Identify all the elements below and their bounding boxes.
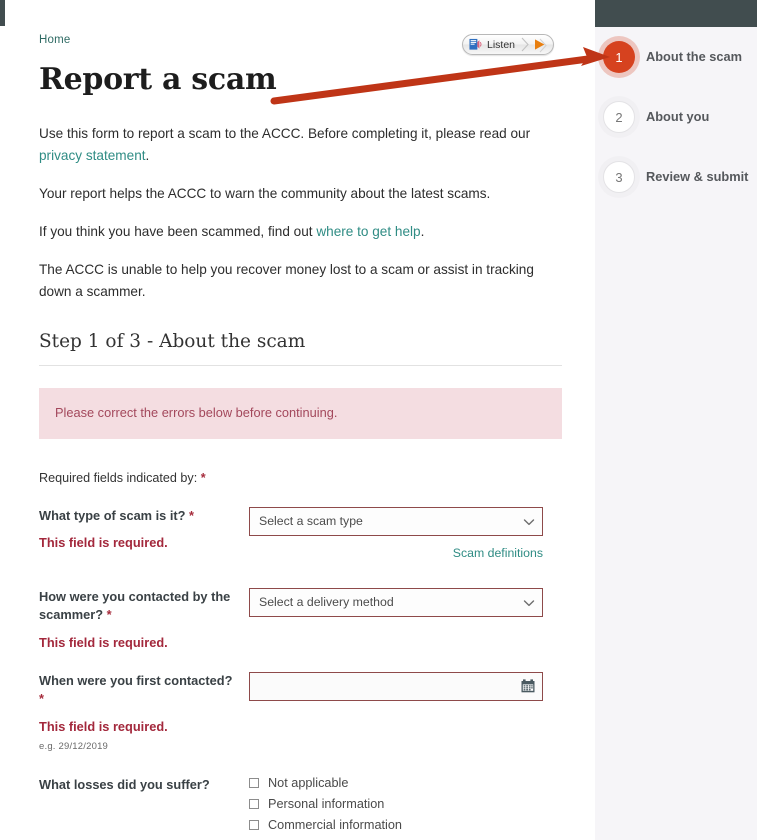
first-contacted-label: When were you first contacted? *: [39, 672, 239, 709]
intro-paragraph-4: The ACCC is unable to help you recover m…: [39, 262, 534, 300]
scam-type-error: This field is required.: [39, 535, 168, 551]
step-label-1: About the scam: [646, 49, 742, 65]
first-contacted-hint: e.g. 29/12/2019: [39, 740, 109, 752]
listen-label: Listen: [487, 38, 516, 51]
main-content: Home Report a scam Use this form to repo…: [14, 0, 587, 840]
scam-type-select[interactable]: Select a scam type: [249, 506, 543, 536]
delivery-method-field-col: Select a delivery method: [249, 587, 562, 617]
delivery-method-required-star: *: [106, 607, 112, 623]
listen-end-divider: [539, 38, 548, 53]
step-number-badge-3: 3: [603, 161, 635, 193]
privacy-statement-link[interactable]: privacy statement: [39, 148, 146, 163]
first-contacted-required-star: *: [39, 691, 44, 707]
checkbox-icon[interactable]: [249, 819, 259, 830]
delivery-method-error: This field is required.: [39, 634, 168, 650]
first-contacted-date-input[interactable]: [249, 671, 543, 701]
form-row-first-contacted: When were you first contacted? * This fi…: [39, 671, 562, 752]
intro-paragraph-2: Your report helps the ACCC to warn the c…: [39, 186, 491, 202]
page-root: Home Report a scam Use this form to repo…: [0, 0, 757, 840]
first-contacted-field-col: [249, 671, 562, 701]
scam-definitions-row: Scam definitions: [249, 544, 543, 562]
required-note-text: Required fields indicated by:: [39, 470, 201, 485]
error-banner: Please correct the errors below before c…: [39, 388, 562, 439]
required-note-star: *: [200, 470, 206, 485]
first-contacted-label-text: When were you first contacted?: [39, 672, 233, 688]
sidebar-step-2[interactable]: 2 About you: [595, 87, 757, 147]
step-label-3: Review & submit: [646, 169, 749, 185]
delivery-method-label-text: How were you contacted by the scammer?: [39, 588, 231, 623]
scam-type-label-text: What type of scam is it?: [39, 507, 186, 523]
delivery-method-select[interactable]: Select a delivery method: [249, 587, 543, 617]
page-title: Report a scam: [39, 62, 277, 97]
intro-p1-part2: .: [145, 148, 150, 164]
listen-divider: [521, 37, 530, 52]
sidebar-step-3[interactable]: 3 Review & submit: [595, 147, 757, 207]
sidebar-step-1[interactable]: 1 About the scam: [595, 27, 757, 87]
checkbox-icon[interactable]: [249, 777, 259, 788]
form-row-scam-type: What type of scam is it? * This field is…: [39, 506, 562, 562]
losses-option-label: Not applicable: [268, 775, 349, 790]
required-fields-note: Required fields indicated by: *: [39, 471, 562, 485]
sidebar-top-dark-bar: [595, 0, 757, 27]
scam-definitions-link[interactable]: Scam definitions: [453, 546, 543, 560]
list-item[interactable]: Not applicable: [249, 776, 562, 790]
delivery-method-label: How were you contacted by the scammer? *: [39, 588, 239, 625]
losses-field-col: Not applicable Personal information Comm…: [249, 776, 562, 840]
step-heading: Step 1 of 3 - About the scam: [39, 331, 562, 367]
intro-p1-part1: Use this form to report a scam to the AC…: [39, 126, 531, 141]
scam-type-required-star: *: [189, 507, 195, 523]
losses-option-label: Personal information: [268, 796, 385, 811]
step-number-badge-1: 1: [603, 41, 635, 73]
intro-paragraph-3: If you think you have been scammed, find…: [39, 221, 562, 243]
form-row-delivery-method: How were you contacted by the scammer? *…: [39, 587, 562, 650]
step-number-badge-2: 2: [603, 101, 635, 133]
where-to-get-help-link[interactable]: where to get help: [316, 224, 420, 239]
list-item[interactable]: Personal information: [249, 797, 562, 811]
error-banner-message: Please correct the errors below before c…: [55, 405, 338, 421]
breadcrumb-home-link[interactable]: Home: [39, 34, 70, 46]
speaker-icon: [469, 38, 482, 51]
listen-widget[interactable]: Listen: [462, 34, 554, 55]
step-list: 1 About the scam 2 About you 3 Review & …: [595, 27, 757, 207]
losses-option-label: Commercial information: [268, 817, 402, 832]
step-label-2: About you: [646, 109, 710, 125]
scam-type-select-wrap: Select a scam type: [249, 506, 543, 536]
losses-label: What losses did you suffer?: [39, 776, 210, 792]
delivery-method-select-wrap: Select a delivery method: [249, 587, 543, 617]
first-contacted-input-wrap: [249, 671, 543, 701]
intro-text-block: Use this form to report a scam to the AC…: [39, 123, 562, 303]
left-header-strip: [0, 0, 5, 26]
intro-p3-part1: If you think you have been scammed, find…: [39, 224, 317, 240]
scam-type-label-col: What type of scam is it? * This field is…: [39, 507, 249, 551]
scam-type-field-col: Select a scam type Scam definitions: [249, 506, 562, 562]
losses-label-col: What losses did you suffer?: [39, 776, 249, 795]
list-item[interactable]: Commercial information: [249, 818, 562, 832]
intro-paragraph-1: Use this form to report a scam to the AC…: [39, 123, 562, 167]
first-contacted-error: This field is required.: [39, 718, 168, 734]
step-progress-sidebar: 1 About the scam 2 About you 3 Review & …: [595, 0, 757, 840]
losses-checkbox-list: Not applicable Personal information Comm…: [249, 776, 562, 840]
scam-type-label: What type of scam is it? *: [39, 507, 239, 526]
delivery-method-label-col: How were you contacted by the scammer? *…: [39, 588, 249, 650]
form-row-losses: What losses did you suffer? Not applicab…: [39, 776, 562, 840]
checkbox-icon[interactable]: [249, 798, 259, 809]
first-contacted-label-col: When were you first contacted? * This fi…: [39, 672, 249, 752]
intro-p3-part2: .: [420, 224, 425, 240]
